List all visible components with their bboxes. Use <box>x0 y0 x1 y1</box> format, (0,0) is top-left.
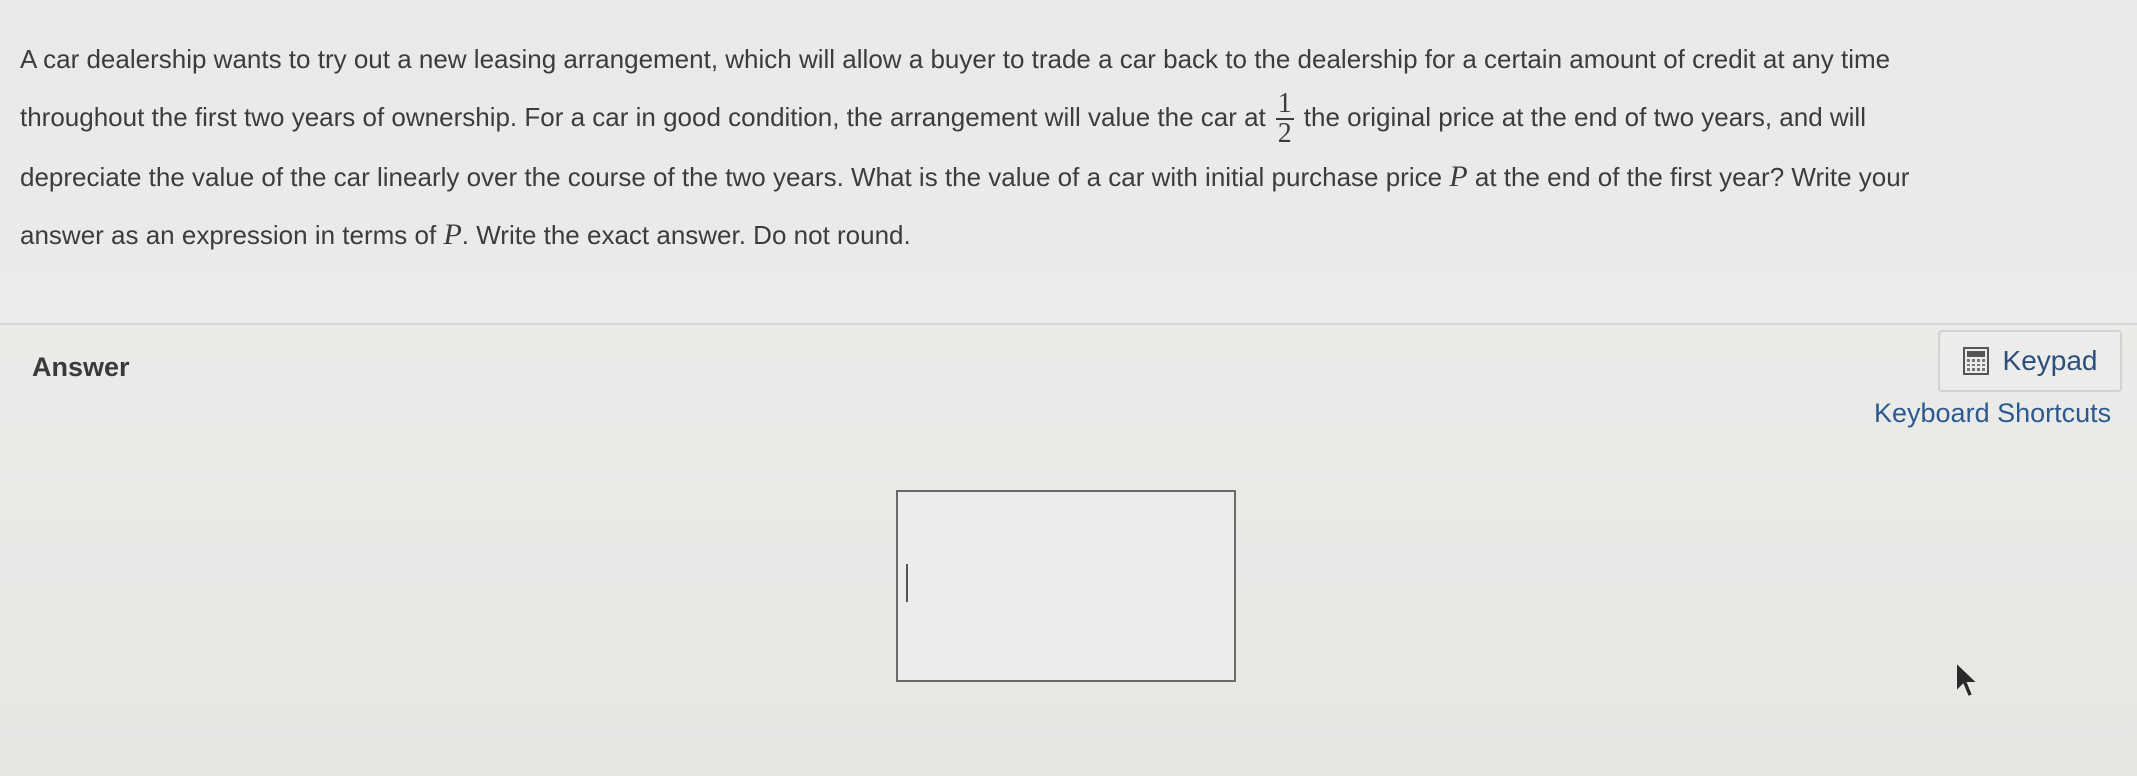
variable-p: P <box>1449 160 1468 194</box>
variable-p: P <box>443 218 462 252</box>
question-line-2-start: throughout the first two years of owners… <box>20 102 1266 132</box>
question-line-4: answer as an expression in terms of P. W… <box>20 206 2070 264</box>
question-line-1: A car dealership wants to try out a new … <box>20 30 2070 88</box>
one-half-fraction: 12 <box>1275 88 1294 150</box>
calculator-icon <box>1962 347 1989 375</box>
question-line-1-text: A car dealership wants to try out a new … <box>20 44 1891 74</box>
question-page: A car dealership wants to try out a new … <box>0 0 2137 776</box>
question-line-3-start: depreciate the value of the car linearly… <box>20 162 1443 193</box>
answer-label: Answer <box>32 352 130 382</box>
fraction-numerator: 1 <box>1275 88 1294 121</box>
question-text: A car dealership wants to try out a new … <box>20 30 2070 264</box>
question-line-3: depreciate the value of the car linearly… <box>20 148 2070 206</box>
mouse-pointer-icon <box>1955 660 1981 699</box>
question-line-2: throughout the first two years of owners… <box>20 88 2070 148</box>
question-line-4-end: . Write the exact answer. Do not round. <box>461 220 911 251</box>
keypad-button-label: Keypad <box>2002 345 2098 376</box>
keypad-button[interactable]: Keypad <box>1938 330 2122 392</box>
answer-input[interactable] <box>896 490 1236 682</box>
text-caret <box>906 564 908 602</box>
question-line-2-end: the original price at the end of two yea… <box>1303 102 1866 132</box>
fraction-denominator: 2 <box>1277 118 1292 150</box>
keyboard-shortcuts-link[interactable]: Keyboard Shortcuts <box>1874 398 2111 429</box>
section-divider <box>0 323 2137 325</box>
question-line-4-start: answer as an expression in terms of <box>20 220 437 251</box>
question-line-3-end: at the end of the first year? Write your <box>1474 162 1910 193</box>
